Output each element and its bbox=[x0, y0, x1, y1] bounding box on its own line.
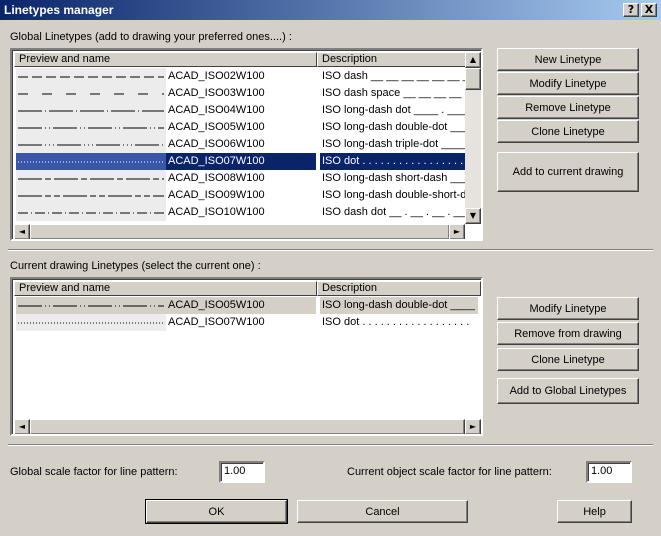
linetype-description: ISO dash space __ __ __ __ bbox=[322, 87, 462, 99]
linetype-preview bbox=[16, 119, 166, 136]
linetype-description: ISO long-dash double-short-dash bbox=[322, 189, 478, 201]
separator-1 bbox=[8, 249, 653, 251]
add-to-global-linetypes-button[interactable]: Add to Global Linetypes bbox=[497, 378, 639, 404]
linetype-description: ISO dot . . . . . . . . . . . . . . . . … bbox=[322, 316, 470, 328]
current-linetypes-list[interactable]: Preview and name Description ACAD_ISO05W… bbox=[10, 277, 483, 436]
linetype-name: ACAD_ISO03W100 bbox=[168, 87, 265, 99]
linetype-name: ACAD_ISO04W100 bbox=[168, 104, 265, 116]
linetype-description: ISO long-dash dot ____ . ____ . bbox=[322, 104, 478, 116]
global-vscroll-thumb[interactable] bbox=[465, 68, 481, 90]
linetype-name: ACAD_ISO02W100 bbox=[168, 70, 265, 82]
linetype-description: ISO dot . . . . . . . . . . . . . . . . … bbox=[320, 153, 478, 170]
object-scale-label: Current object scale factor for line pat… bbox=[347, 466, 552, 478]
global-scale-input[interactable]: 1.00 bbox=[219, 461, 265, 483]
global-linetype-row[interactable]: ACAD_ISO05W100 ISO long-dash double-dot _… bbox=[14, 119, 478, 136]
current-col-preview[interactable]: Preview and name bbox=[14, 281, 317, 296]
current-scroll-right[interactable]: ► bbox=[465, 419, 481, 434]
current-col-description[interactable]: Description bbox=[317, 281, 481, 296]
linetype-description: ISO long-dash triple-dot ____ ... bbox=[322, 138, 478, 150]
linetype-name: ACAD_ISO08W100 bbox=[168, 172, 265, 184]
linetype-name: ACAD_ISO05W100 bbox=[166, 297, 316, 314]
current-linetypes-label: Current drawing Linetypes (select the cu… bbox=[10, 260, 261, 272]
global-linetype-row[interactable]: ACAD_ISO06W100 ISO long-dash triple-dot _… bbox=[14, 136, 478, 153]
linetype-name: ACAD_ISO09W100 bbox=[168, 189, 265, 201]
linetype-name: ACAD_ISO07W100 bbox=[166, 153, 316, 170]
global-linetype-row[interactable]: ACAD_ISO10W100 ISO dash dot __ . __ . __ … bbox=[14, 204, 476, 221]
title-bar: Linetypes manager bbox=[0, 0, 661, 20]
linetype-preview bbox=[16, 68, 166, 85]
global-linetype-row[interactable]: ACAD_ISO09W100 ISO long-dash double-short… bbox=[14, 187, 478, 204]
ok-button[interactable]: OK bbox=[145, 499, 288, 524]
global-hscroll[interactable]: ◄ ► bbox=[14, 224, 465, 239]
linetype-preview bbox=[16, 187, 166, 204]
linetype-preview bbox=[16, 314, 166, 331]
linetype-name: ACAD_ISO05W100 bbox=[168, 121, 265, 133]
current-clone-linetype-button[interactable]: Clone Linetype bbox=[497, 348, 639, 371]
global-linetype-row[interactable]: ACAD_ISO07W100 ISO dot . . . . . . . . . … bbox=[14, 153, 478, 170]
window-title: Linetypes manager bbox=[4, 3, 114, 17]
linetype-description: ISO dash __ __ __ __ __ __ __ __ bbox=[322, 70, 478, 82]
cancel-button[interactable]: Cancel bbox=[297, 500, 468, 523]
help-button[interactable]: Help bbox=[557, 500, 632, 523]
linetype-name: ACAD_ISO07W100 bbox=[168, 316, 265, 328]
new-linetype-button[interactable]: New Linetype bbox=[497, 48, 639, 71]
help-title-button[interactable]: ? bbox=[623, 3, 639, 17]
global-linetype-row[interactable]: ACAD_ISO03W100 ISO dash space __ __ __ __ bbox=[14, 85, 476, 102]
clone-linetype-button[interactable]: Clone Linetype bbox=[497, 120, 639, 143]
linetype-description: ISO long-dash short-dash ____ __ bbox=[322, 172, 478, 184]
linetype-preview bbox=[16, 204, 166, 221]
current-linetype-row[interactable]: ACAD_ISO05W100 ISO long-dash double-dot _… bbox=[14, 297, 478, 314]
linetype-preview bbox=[16, 136, 166, 153]
linetype-preview bbox=[16, 297, 166, 314]
current-linetype-row[interactable]: ACAD_ISO07W100 ISO dot . . . . . . . . . … bbox=[14, 314, 476, 331]
linetype-name: ACAD_ISO06W100 bbox=[168, 138, 265, 150]
global-scroll-down[interactable]: ▼ bbox=[465, 208, 481, 224]
remove-linetype-button[interactable]: Remove Linetype bbox=[497, 96, 639, 119]
current-modify-linetype-button[interactable]: Modify Linetype bbox=[497, 297, 639, 320]
global-linetypes-label: Global Linetypes (add to drawing your pr… bbox=[10, 31, 292, 43]
modify-linetype-button[interactable]: Modify Linetype bbox=[497, 72, 639, 95]
global-scroll-right[interactable]: ► bbox=[449, 224, 465, 239]
global-scroll-left[interactable]: ◄ bbox=[14, 224, 30, 239]
separator-2 bbox=[8, 444, 653, 446]
linetype-preview bbox=[16, 153, 166, 170]
global-linetypes-list[interactable]: Preview and name Description ACAD_ISO02W… bbox=[10, 48, 483, 241]
remove-from-drawing-button[interactable]: Remove from drawing bbox=[497, 322, 639, 345]
global-scroll-up[interactable]: ▲ bbox=[465, 52, 481, 68]
global-vscroll[interactable]: ▲ ▼ bbox=[465, 52, 481, 224]
global-linetype-row[interactable]: ACAD_ISO02W100 ISO dash __ __ __ __ __ __… bbox=[14, 68, 478, 85]
linetype-preview bbox=[16, 85, 166, 102]
global-hscroll-thumb[interactable] bbox=[30, 224, 450, 239]
linetype-description: ISO long-dash double-dot ____ .. bbox=[320, 297, 478, 314]
global-linetype-row[interactable]: ACAD_ISO04W100 ISO long-dash dot ____ . _… bbox=[14, 102, 478, 119]
current-hscroll-thumb[interactable] bbox=[30, 419, 465, 434]
linetype-description: ISO long-dash double-dot ____ .. bbox=[322, 121, 478, 133]
linetype-preview bbox=[16, 170, 166, 187]
current-scroll-left[interactable]: ◄ bbox=[14, 419, 30, 434]
current-hscroll[interactable]: ◄ ► bbox=[14, 419, 481, 434]
linetype-preview bbox=[16, 102, 166, 119]
close-title-button[interactable]: X bbox=[641, 3, 657, 17]
global-col-description[interactable]: Description bbox=[317, 52, 467, 67]
linetype-description: ISO dash dot __ . __ . __ . __ . bbox=[322, 206, 472, 218]
global-linetype-row[interactable]: ACAD_ISO08W100 ISO long-dash short-dash _… bbox=[14, 170, 478, 187]
global-col-preview[interactable]: Preview and name bbox=[14, 52, 317, 67]
add-to-current-drawing-button[interactable]: Add to current drawing bbox=[497, 152, 639, 192]
linetype-name: ACAD_ISO10W100 bbox=[168, 206, 265, 218]
object-scale-input[interactable]: 1.00 bbox=[586, 461, 632, 483]
global-scale-label: Global scale factor for line pattern: bbox=[10, 466, 178, 478]
